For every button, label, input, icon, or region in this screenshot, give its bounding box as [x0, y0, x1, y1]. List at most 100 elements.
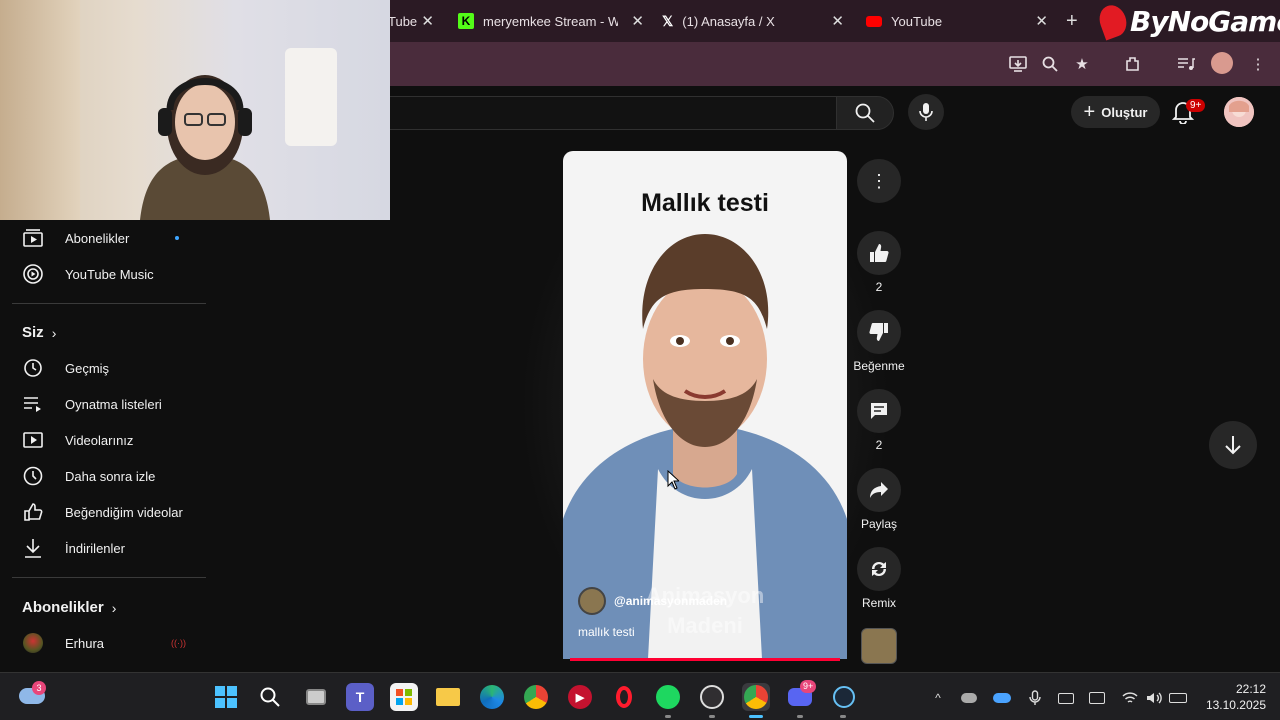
- search-button[interactable]: [836, 96, 894, 130]
- zoom-icon[interactable]: [1038, 52, 1062, 76]
- downloads-icon: [22, 537, 44, 559]
- arrow-down-icon: [1225, 436, 1241, 455]
- next-video-button[interactable]: [1209, 421, 1257, 469]
- media-player-button[interactable]: ▶: [566, 683, 594, 711]
- x-icon: 𝕏: [662, 12, 674, 29]
- webcam-overlay: [0, 0, 390, 220]
- sidebar-item-label: Abonelikler: [65, 230, 130, 246]
- sidebar-item-label: Daha sonra izle: [65, 468, 156, 484]
- video-channel-info: @animasyonmaden: [578, 586, 838, 616]
- sidebar-item-youtube-music[interactable]: YouTube Music: [0, 256, 216, 292]
- search-input[interactable]: [380, 96, 836, 130]
- edge-icon: [480, 685, 504, 709]
- video-overlay-title: Mallık testi: [641, 189, 769, 217]
- channel-handle[interactable]: @animasyonmaden: [614, 594, 727, 608]
- sidebar-divider: [12, 577, 206, 578]
- sidebar-item-watch-later[interactable]: Daha sonra izle: [0, 458, 216, 494]
- sidebar-item-playlists[interactable]: Oynatma listeleri: [0, 386, 216, 422]
- voice-search-button[interactable]: [908, 94, 944, 130]
- screen: Tube ✕ K meryemkee Stream - Wa ✕ 𝕏 (1) A…: [0, 0, 1280, 720]
- task-view-button[interactable]: [302, 683, 330, 711]
- webcam-jersey: [285, 48, 337, 146]
- close-tab-icon[interactable]: ✕: [1035, 12, 1048, 30]
- microphone-tray-icon[interactable]: [1026, 689, 1044, 707]
- share-button[interactable]: [857, 468, 901, 512]
- sidebar-item-label: Oynatma listeleri: [65, 396, 162, 412]
- chrome-button[interactable]: [522, 683, 550, 711]
- dislike-button[interactable]: [857, 310, 901, 354]
- install-app-icon[interactable]: [1006, 52, 1030, 76]
- battery-icon[interactable]: [1169, 689, 1187, 707]
- playlists-icon: [22, 393, 44, 415]
- sidebar: Abonelikler YouTube Music Siz › Geçmiş O…: [0, 220, 216, 672]
- video-progress-bar[interactable]: [570, 658, 840, 661]
- active-indicator: [749, 715, 763, 718]
- running-indicator: [840, 715, 846, 718]
- short-video-player[interactable]: Mallık testi Animasyon Madeni: [563, 151, 847, 659]
- chrome-icon: [744, 685, 768, 709]
- sidebar-item-subscriptions[interactable]: Abonelikler: [0, 220, 216, 256]
- tab-youtube[interactable]: YouTube ✕: [858, 6, 1054, 36]
- show-hidden-icons-button[interactable]: ^: [929, 689, 947, 707]
- sidebar-section-you[interactable]: Siz ›: [22, 324, 56, 341]
- edge-button[interactable]: [478, 683, 506, 711]
- more-options-button[interactable]: ⋮: [857, 159, 901, 203]
- tab-title: Tube: [388, 13, 418, 29]
- teams-button[interactable]: T: [346, 683, 374, 711]
- video-description[interactable]: mallık testi: [578, 625, 635, 639]
- chrome-profile-button[interactable]: [742, 683, 770, 711]
- sidebar-item-your-videos[interactable]: Videolarınız: [0, 422, 216, 458]
- wifi-icon[interactable]: [1121, 689, 1139, 707]
- extensions-icon[interactable]: [1121, 52, 1145, 76]
- spotify-icon: [656, 685, 680, 709]
- tab-x-home[interactable]: 𝕏 (1) Anasayfa / X ✕: [654, 6, 850, 36]
- onedrive-icon[interactable]: [993, 689, 1011, 707]
- tab-title: (1) Anasayfa / X: [682, 13, 775, 29]
- search-icon: [260, 687, 280, 707]
- display-icon[interactable]: [1088, 689, 1106, 707]
- steam-button[interactable]: [830, 683, 858, 711]
- steam-icon: [833, 686, 855, 708]
- tray-network-error-icon[interactable]: [960, 689, 978, 707]
- like-button[interactable]: [857, 231, 901, 275]
- weather-badge: 3: [32, 681, 46, 695]
- tab-kick-stream[interactable]: K meryemkee Stream - Wa ✕: [450, 6, 650, 36]
- sidebar-item-downloads[interactable]: İndirilenler: [0, 530, 216, 566]
- sidebar-item-liked-videos[interactable]: Beğendiğim videolar: [0, 494, 216, 530]
- bookmark-star-icon[interactable]: ★: [1070, 52, 1094, 76]
- taskbar-search-button[interactable]: [256, 683, 284, 711]
- chrome-icon: [524, 685, 548, 709]
- comments-button[interactable]: [857, 389, 901, 433]
- channel-avatar[interactable]: [578, 587, 606, 615]
- tab-title: YouTube: [891, 13, 943, 29]
- browser-profile-avatar[interactable]: [1211, 52, 1233, 74]
- new-tab-button[interactable]: +: [1066, 10, 1078, 33]
- close-tab-icon[interactable]: ✕: [421, 12, 434, 30]
- system-clock[interactable]: 22:12 13.10.2025: [1196, 681, 1266, 713]
- sidebar-item-channel-erhura[interactable]: Erhura ((·)): [0, 625, 216, 661]
- search-icon: [855, 103, 875, 123]
- start-button[interactable]: [212, 683, 240, 711]
- account-avatar[interactable]: [1224, 97, 1254, 127]
- sidebar-section-subscriptions[interactable]: Abonelikler ›: [22, 599, 116, 616]
- microsoft-store-button[interactable]: [390, 683, 418, 711]
- spotify-button[interactable]: [654, 683, 682, 711]
- plus-icon: +: [1083, 100, 1096, 123]
- channel-avatar-icon: [22, 632, 44, 654]
- keyboard-icon[interactable]: [1057, 689, 1075, 707]
- sound-source-thumbnail[interactable]: [861, 628, 897, 664]
- volume-icon[interactable]: [1145, 689, 1163, 707]
- sidebar-item-label: Geçmiş: [65, 360, 110, 376]
- close-tab-icon[interactable]: ✕: [831, 12, 844, 30]
- browser-menu-icon[interactable]: ⋮: [1246, 52, 1270, 76]
- history-icon: [22, 357, 44, 379]
- create-button[interactable]: + Oluştur: [1071, 96, 1160, 128]
- sidebar-item-history[interactable]: Geçmiş: [0, 350, 216, 386]
- sidebar-item-label: Videolarınız: [65, 432, 134, 448]
- file-explorer-button[interactable]: [434, 683, 462, 711]
- opera-button[interactable]: [610, 683, 638, 711]
- media-control-icon[interactable]: [1174, 52, 1198, 76]
- obs-button[interactable]: [698, 683, 726, 711]
- remix-button[interactable]: [857, 547, 901, 591]
- close-tab-icon[interactable]: ✕: [631, 12, 644, 30]
